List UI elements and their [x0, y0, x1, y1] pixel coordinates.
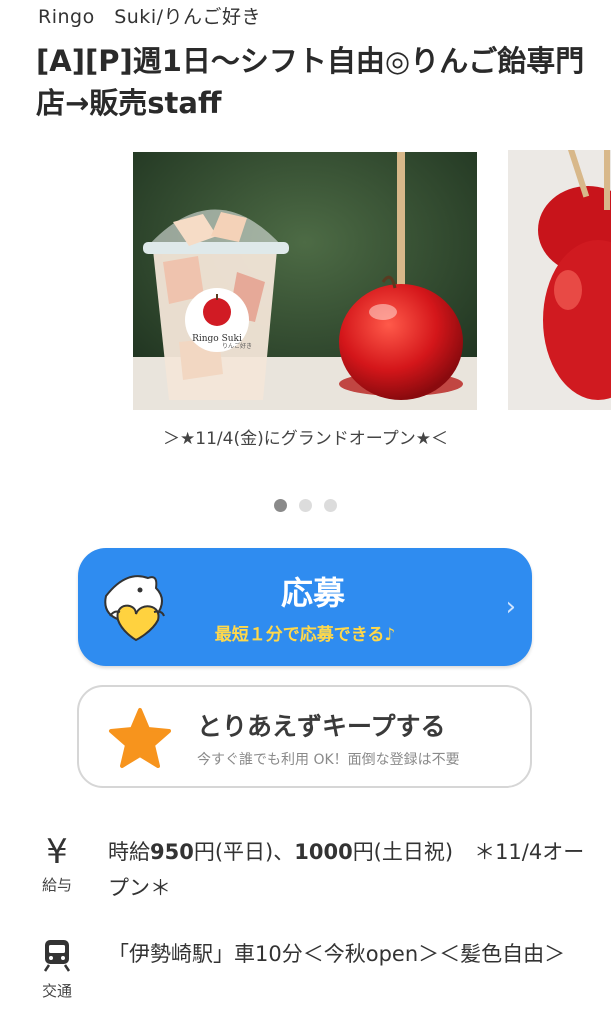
- transport-text: 「伊勢崎駅」車10分＜今秋open＞＜髪色自由＞: [108, 942, 566, 966]
- company-name: Ringo Suki/りんご好き: [38, 6, 261, 28]
- chevron-right-icon: ›: [505, 592, 516, 622]
- apply-button[interactable]: 応募 最短１分で応募できる♪ ›: [78, 548, 532, 666]
- salary-weekend-amount: 1000: [294, 840, 353, 864]
- carousel-dot-3[interactable]: [324, 499, 337, 512]
- transport-icon-block: 交通: [35, 936, 79, 1001]
- carousel-slide-current[interactable]: Ringo Suki りんご好き: [133, 152, 477, 410]
- carousel-slide-next[interactable]: [508, 150, 611, 410]
- salary-label: 給与: [41, 876, 72, 894]
- carousel-caption: ＞★11/4(金)にグランドオープン★＜: [163, 429, 448, 449]
- carousel-dot-1[interactable]: [274, 499, 287, 512]
- keep-button[interactable]: とりあえずキープする 今すぐ誰でも利用 OK！面倒な登録は不要: [77, 685, 532, 788]
- job-title: [A][P]週1日〜シフト自由◎りんご飴専門店→販売staff: [36, 44, 585, 120]
- transport-label: 交通: [41, 982, 72, 1000]
- salary-row: ¥ 給与 時給950円(平日)、1000円(土日祝) ＊11/4オープン＊: [0, 834, 611, 914]
- transport-row: 交通 「伊勢崎駅」車10分＜今秋open＞＜髪色自由＞: [0, 936, 611, 1016]
- carousel-dot-2[interactable]: [299, 499, 312, 512]
- keep-label: とりあえずキープする: [197, 712, 446, 741]
- salary-prefix: 時給: [108, 840, 150, 864]
- yen-icon: ¥: [46, 832, 68, 872]
- carousel-dots[interactable]: [0, 499, 611, 512]
- photo-carousel[interactable]: Ringo Suki りんご好き: [0, 150, 611, 420]
- candy-apple-photo: Ringo Suki りんご好き: [133, 152, 477, 410]
- apply-label: 応募: [280, 574, 345, 612]
- salary-weekday-amount: 950: [150, 840, 194, 864]
- star-icon: [109, 708, 171, 768]
- candy-apples-photo: [508, 150, 611, 410]
- apply-sublabel: 最短１分で応募できる♪: [214, 625, 396, 645]
- salary-text: 時給950円(平日)、1000円(土日祝) ＊11/4オープン＊: [108, 834, 588, 906]
- keep-sublabel: 今すぐ誰でも利用 OK！面倒な登録は不要: [197, 752, 460, 768]
- salary-icon-block: ¥ 給与: [35, 834, 79, 895]
- salary-middle: 円(平日)、: [193, 840, 295, 864]
- train-icon: [43, 940, 71, 972]
- cup-logo-subtext: りんご好き: [222, 342, 252, 350]
